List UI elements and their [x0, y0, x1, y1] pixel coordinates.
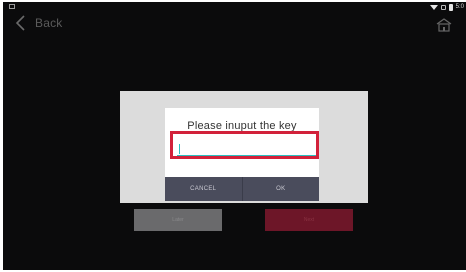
back-chevron-icon — [15, 15, 25, 31]
cancel-button-label: CANCEL — [190, 186, 217, 192]
status-time: 5:0 — [455, 4, 464, 10]
text-cursor — [179, 144, 180, 154]
next-button[interactable]: Next — [265, 209, 353, 231]
later-button-label: Later — [172, 217, 184, 223]
key-input[interactable] — [177, 141, 316, 156]
wifi-icon — [429, 4, 438, 10]
ok-button-label: OK — [276, 186, 286, 192]
ok-button[interactable]: OK — [241, 177, 319, 201]
status-bar: 5:0 — [3, 2, 466, 12]
next-button-label: Next — [303, 217, 315, 223]
signal-icon — [440, 4, 446, 10]
notification-icon — [9, 4, 15, 9]
cancel-button[interactable]: CANCEL — [165, 177, 242, 201]
home-icon[interactable] — [436, 18, 452, 32]
back-button[interactable]: Back — [13, 14, 62, 32]
back-label: Back — [35, 16, 63, 30]
dialog-button-bar: CANCEL OK — [165, 177, 319, 201]
battery-icon — [448, 3, 453, 11]
device-screen: 5:0 Back Later Next Please inuput the ke… — [3, 2, 466, 270]
status-icons: 5:0 — [429, 3, 464, 11]
later-button[interactable]: Later — [134, 209, 222, 231]
